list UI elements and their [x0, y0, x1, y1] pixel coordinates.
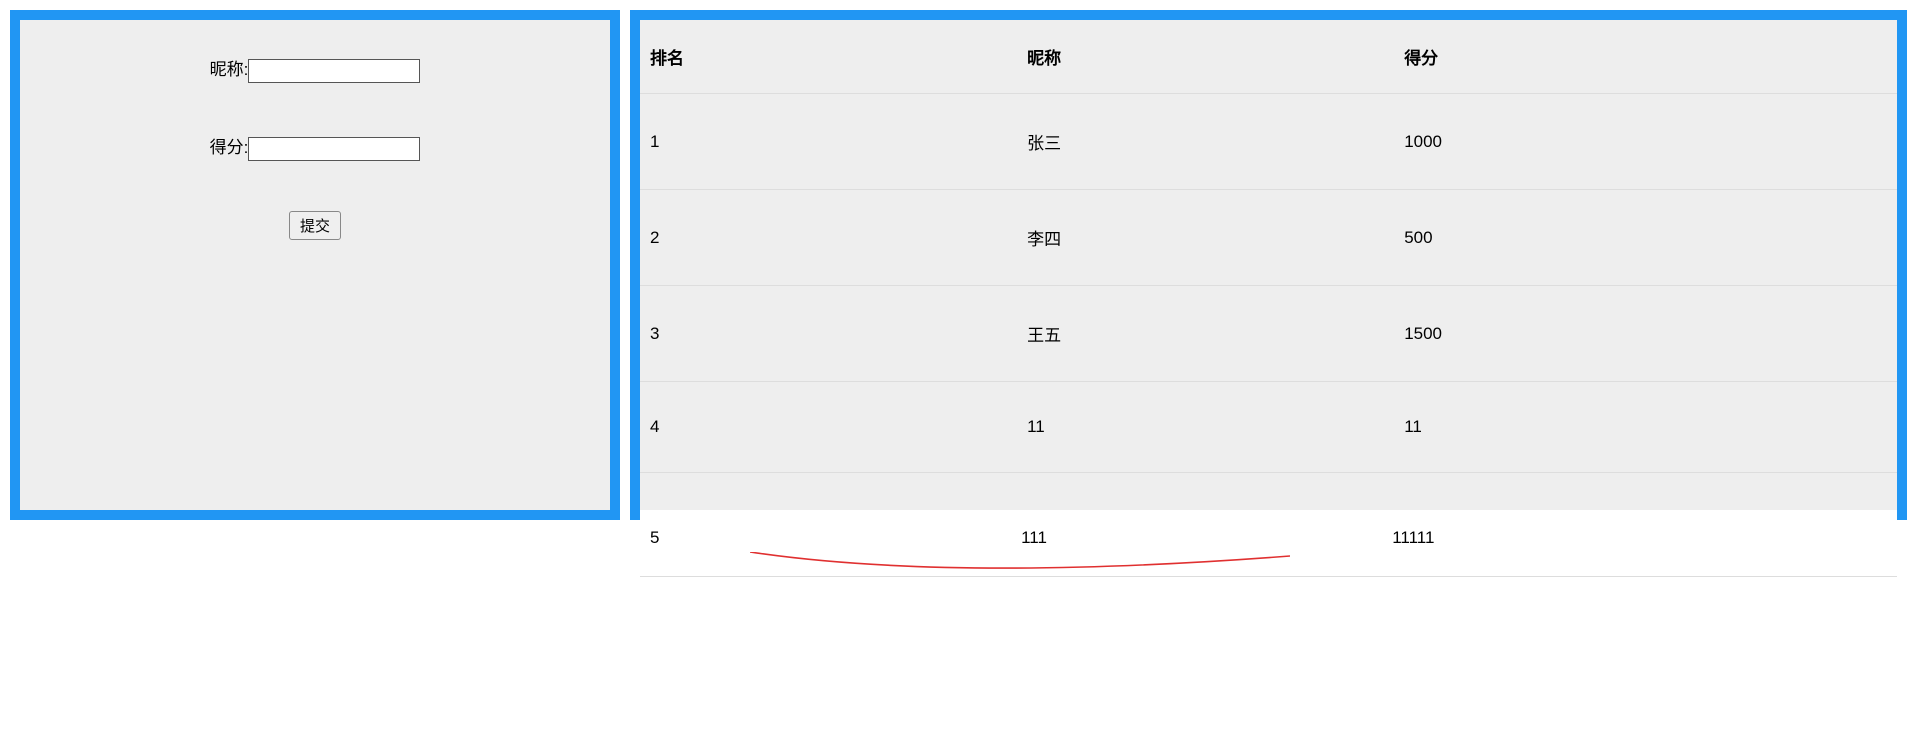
- cell-nickname: 111: [1021, 528, 1392, 548]
- table-panel: 排名 昵称 得分 1 张三 1000 2 李四 500 3 王五: [630, 10, 1907, 520]
- cell-nickname: 李四: [1017, 190, 1394, 286]
- nickname-row: 昵称:: [20, 55, 610, 83]
- cell-rank: 4: [640, 382, 1017, 473]
- score-label: 得分:: [210, 138, 249, 157]
- table-row: 2 李四 500: [640, 190, 1897, 286]
- cell-score: 500: [1394, 190, 1897, 286]
- annotation-curve-icon: [750, 552, 1290, 582]
- cell-nickname: 王五: [1017, 286, 1394, 382]
- header-score: 得分: [1394, 20, 1897, 94]
- overflow-row: 5 111 11111: [640, 510, 1897, 577]
- score-row: 得分:: [20, 133, 610, 161]
- table-row: 3 王五 1500: [640, 286, 1897, 382]
- score-input[interactable]: [248, 137, 420, 161]
- submit-button[interactable]: 提交: [289, 211, 341, 240]
- ranking-table: 排名 昵称 得分 1 张三 1000 2 李四 500 3 王五: [640, 20, 1897, 473]
- table-header-row: 排名 昵称 得分: [640, 20, 1897, 94]
- cell-score: 1000: [1394, 94, 1897, 190]
- nickname-input[interactable]: [248, 59, 420, 83]
- cell-rank: 3: [640, 286, 1017, 382]
- cell-score: 11: [1394, 382, 1897, 473]
- cell-score: 1500: [1394, 286, 1897, 382]
- header-rank: 排名: [640, 20, 1017, 94]
- cell-rank: 1: [640, 94, 1017, 190]
- cell-rank: 5: [650, 528, 1021, 548]
- form-panel: 昵称: 得分: 提交: [10, 10, 620, 520]
- table-row: 1 张三 1000: [640, 94, 1897, 190]
- nickname-label: 昵称:: [210, 60, 249, 79]
- cell-rank: 2: [640, 190, 1017, 286]
- table-row: 4 11 11: [640, 382, 1897, 473]
- cell-nickname: 11: [1017, 382, 1394, 473]
- cell-nickname: 张三: [1017, 94, 1394, 190]
- header-nickname: 昵称: [1017, 20, 1394, 94]
- cell-score: 11111: [1392, 528, 1887, 548]
